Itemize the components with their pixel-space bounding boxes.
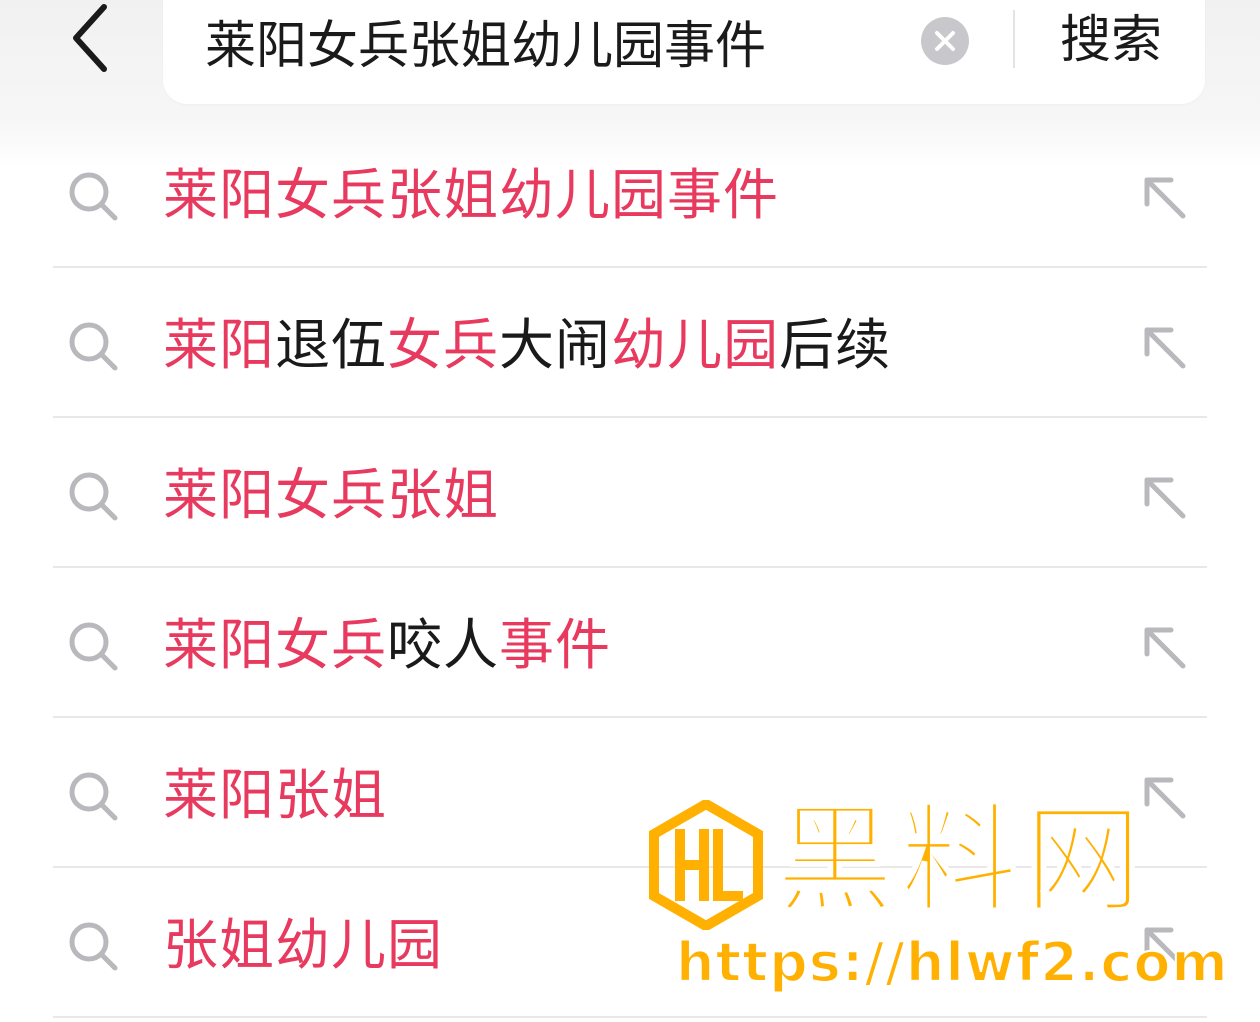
clear-circle-icon <box>935 31 955 51</box>
suggestion-list: 莱阳女兵张姐幼儿园事件 莱阳退伍女兵大闹幼儿园后续 莱阳女兵张姐 莱阳女兵咬人事… <box>53 118 1207 1018</box>
suggestion-item[interactable]: 莱阳张姐 <box>53 718 1207 868</box>
search-icon <box>69 172 118 221</box>
back-button[interactable] <box>54 2 126 74</box>
fill-arrow-icon[interactable] <box>1139 922 1189 972</box>
suggestion-segment: 莱阳女兵张姐幼儿园事件 <box>163 163 780 227</box>
suggestion-segment: 张姐幼儿园 <box>163 913 444 977</box>
clear-button[interactable] <box>921 17 969 65</box>
suggestion-text: 莱阳女兵咬人事件 <box>163 612 611 678</box>
search-icon <box>69 622 118 671</box>
search-divider <box>1013 10 1015 68</box>
search-icon <box>69 772 118 821</box>
suggestion-text: 莱阳退伍女兵大闹幼儿园后续 <box>163 312 891 378</box>
suggestion-segment: 咬人 <box>387 613 500 677</box>
search-button[interactable]: 搜索 <box>1041 2 1181 80</box>
suggestion-segment: 大闹 <box>499 313 612 377</box>
suggestion-segment: 事件 <box>499 613 612 677</box>
chevron-left-icon <box>73 4 107 72</box>
suggestion-segment: 幼儿园 <box>611 313 780 377</box>
suggestion-text: 莱阳张姐 <box>163 762 387 828</box>
suggestion-segment: 莱阳 <box>163 313 276 377</box>
suggestion-segment: 莱阳女兵 <box>163 613 388 677</box>
suggestion-item[interactable]: 莱阳女兵张姐 <box>53 418 1207 568</box>
suggestion-item[interactable]: 张姐幼儿园 <box>53 868 1207 1018</box>
suggestion-segment: 后续 <box>779 313 892 377</box>
suggestion-segment: 莱阳张姐 <box>163 763 388 827</box>
suggestion-segment: 莱阳女兵张姐 <box>163 463 500 527</box>
suggestion-segment: 女兵 <box>387 313 500 377</box>
search-icon <box>69 322 118 371</box>
fill-arrow-icon[interactable] <box>1139 472 1189 522</box>
suggestion-item[interactable]: 莱阳女兵咬人事件 <box>53 568 1207 718</box>
fill-arrow-icon[interactable] <box>1139 622 1189 672</box>
suggestion-segment: 退伍 <box>275 313 388 377</box>
suggestion-item[interactable]: 莱阳女兵张姐幼儿园事件 <box>53 118 1207 268</box>
search-icon <box>69 922 118 971</box>
search-input[interactable] <box>205 2 905 80</box>
suggestion-text: 莱阳女兵张姐幼儿园事件 <box>163 162 779 228</box>
fill-arrow-icon[interactable] <box>1139 772 1189 822</box>
suggestion-text: 张姐幼儿园 <box>163 912 443 978</box>
search-box: 搜索 <box>163 0 1205 104</box>
search-icon <box>69 472 118 521</box>
fill-arrow-icon[interactable] <box>1139 172 1189 222</box>
suggestion-item[interactable]: 莱阳退伍女兵大闹幼儿园后续 <box>53 268 1207 418</box>
suggestion-text: 莱阳女兵张姐 <box>163 462 499 528</box>
fill-arrow-icon[interactable] <box>1139 322 1189 372</box>
